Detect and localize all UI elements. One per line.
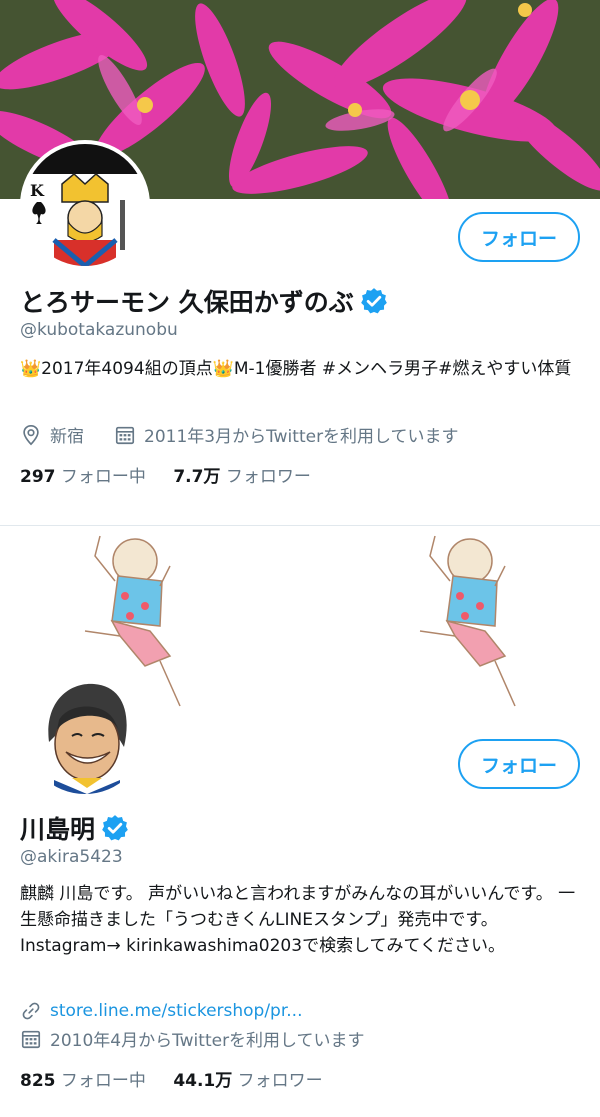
following-link[interactable]: 297 フォロー中 [20,467,146,487]
following-label: フォロー中 [60,467,146,487]
following-label: フォロー中 [60,1071,146,1091]
verified-badge-icon [360,288,387,314]
joined-date-text: 2010年4月からTwitterを利用しています [50,1031,365,1051]
stats-row-1: 297 フォロー中 7.7万 フォロワー [20,462,311,487]
following-count: 297 [20,467,56,487]
display-name-1: とろサーモン 久保田かずのぶ [20,283,388,319]
profile-avatar-1[interactable]: K [20,140,150,270]
bio-2: 麒麟 川島です。 声がいいねと言われますがみんなの耳がいいんです。 一生懸命描き… [20,884,576,956]
meta-row-1: 新宿 2011年3月からTwitterを利用しています [20,422,459,447]
follow-button-2[interactable]: フォロー [458,739,580,789]
display-name-text: 川島明 [20,815,96,844]
followers-label: フォロワー [225,467,311,487]
location-pin-icon [23,424,39,445]
profile-avatar-2[interactable] [20,668,150,798]
follow-button-1[interactable]: フォロー [458,212,580,262]
joined-row-2: 2010年4月からTwitterを利用しています [20,1026,365,1051]
location-text: 新宿 [50,427,84,447]
verified-badge-icon [102,815,128,841]
followers-count: 44.1万 [173,1071,233,1091]
followers-link[interactable]: 44.1万 フォロワー [173,1071,322,1091]
followers-count: 7.7万 [173,467,221,487]
display-name-text: とろサーモン 久保田かずのぶ [20,288,354,317]
calendar-icon [115,426,135,444]
followers-label: フォロワー [237,1071,323,1091]
following-count: 825 [20,1071,56,1091]
king-of-spades-avatar-image: K [24,144,146,266]
svg-text:K: K [30,181,45,200]
bio-1: 👑2017年4094組の頂点👑M-1優勝者 #メンヘラ男子#燃えやすい体質 [20,359,572,379]
handle-1: @kubotakazunobu [20,320,178,340]
handle-2: @akira5423 [20,847,123,867]
followers-link[interactable]: 7.7万 フォロワー [173,467,311,487]
stats-row-2: 825 フォロー中 44.1万 フォロワー [20,1066,323,1091]
website-row-2: store.line.me/stickershop/pr... [20,1000,303,1022]
joined-date-text: 2011年3月からTwitterを利用しています [144,427,459,447]
following-link[interactable]: 825 フォロー中 [20,1071,146,1091]
calendar-icon [21,1030,41,1048]
caricature-avatar-image [24,672,146,794]
link-icon [22,1002,40,1020]
display-name-2: 川島明 [20,810,129,846]
website-link[interactable]: store.line.me/stickershop/pr... [50,1001,303,1021]
